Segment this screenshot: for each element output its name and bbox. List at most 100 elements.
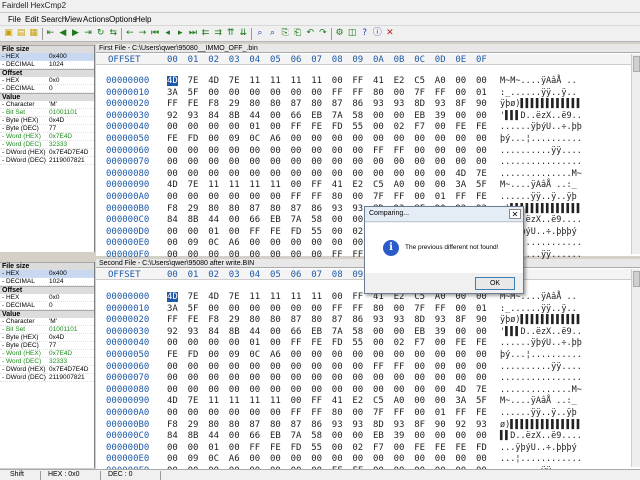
hex-byte[interactable]: 02 (394, 338, 405, 348)
hex-byte[interactable]: 8B (229, 111, 240, 121)
hex-byte[interactable]: 00 (455, 454, 466, 464)
hex-byte[interactable]: 00 (249, 88, 260, 98)
hex-byte[interactable]: 80 (332, 192, 343, 202)
menu-actions[interactable]: Actions (83, 15, 109, 24)
ascii-column[interactable]: M~....ÿAâÅ ..:_ (500, 396, 577, 406)
hex-byte[interactable]: 00 (188, 169, 199, 179)
hex-byte[interactable]: FF (455, 408, 466, 418)
hex-byte[interactable]: 93 (373, 99, 384, 109)
hex-byte[interactable]: 00 (188, 443, 199, 453)
hex-byte[interactable]: A0 (394, 180, 405, 190)
hex-byte[interactable]: 66 (249, 431, 260, 441)
hex-byte[interactable]: 00 (373, 454, 384, 464)
hex-byte[interactable]: 02 (394, 122, 405, 132)
hex-byte[interactable]: 93 (435, 315, 446, 325)
hex-byte[interactable]: 00 (435, 373, 446, 383)
ascii-column[interactable]: ................ (500, 157, 582, 167)
hex-byte[interactable]: 80 (373, 304, 384, 314)
hex-byte[interactable]: 7E (188, 76, 199, 86)
jump-last-icon[interactable]: ⏭ (187, 28, 198, 39)
hex-byte[interactable]: 93 (352, 204, 363, 214)
hex-byte[interactable]: 11 (270, 76, 281, 86)
hex-byte[interactable]: FE (188, 315, 199, 325)
hex-byte[interactable]: 00 (229, 192, 240, 202)
hex-byte[interactable]: EB (414, 111, 425, 121)
hex-byte[interactable]: 00 (311, 169, 322, 179)
hex-byte[interactable]: 11 (229, 180, 240, 190)
hex-byte[interactable]: FE (270, 443, 281, 453)
hex-byte[interactable]: 29 (229, 99, 240, 109)
hex-byte[interactable]: FF (394, 146, 405, 156)
hex-byte[interactable]: 80 (208, 204, 219, 214)
hex-byte[interactable]: 0C (249, 134, 260, 144)
hex-byte[interactable]: 00 (352, 350, 363, 360)
hex-byte[interactable]: FF (373, 146, 384, 156)
hex-byte[interactable]: 29 (229, 315, 240, 325)
hex-byte[interactable]: 11 (249, 180, 260, 190)
hex-byte[interactable]: 00 (394, 88, 405, 98)
hex-byte[interactable]: FD (332, 338, 343, 348)
ascii-column[interactable]: ...ÿþýU..÷.þþþý (500, 443, 577, 453)
hex-byte[interactable]: 80 (270, 420, 281, 430)
hex-byte[interactable]: 00 (352, 362, 363, 372)
ascii-column[interactable]: ø)▌▌▌▌▌▌▌▌▌▌▌▌▌▌ (500, 420, 582, 430)
hex-byte[interactable]: FF (311, 396, 322, 406)
hex-byte[interactable]: FE (476, 408, 487, 418)
hex-byte[interactable]: 00 (291, 238, 302, 248)
hex-byte[interactable]: 01 (208, 443, 219, 453)
hex-byte[interactable]: 00 (249, 146, 260, 156)
hex-byte[interactable]: 00 (167, 238, 178, 248)
ascii-column[interactable]: þý...¦.......... (500, 134, 582, 144)
hex-byte[interactable]: 00 (167, 454, 178, 464)
hex-byte[interactable]: 00 (270, 385, 281, 395)
hex-byte[interactable]: 00 (414, 157, 425, 167)
hex-byte[interactable]: 00 (167, 122, 178, 132)
hex-byte[interactable]: 00 (332, 238, 343, 248)
hex-byte[interactable]: 00 (208, 408, 219, 418)
hex-byte[interactable]: 00 (394, 304, 405, 314)
hex-byte[interactable]: E2 (352, 180, 363, 190)
hex-byte[interactable]: FF (394, 408, 405, 418)
hex-byte[interactable]: 11 (270, 292, 281, 302)
hex-byte[interactable]: 02 (352, 227, 363, 237)
hex-byte[interactable]: 3A (167, 88, 178, 98)
hex-byte[interactable]: 7E (476, 169, 487, 179)
jump-prev-icon[interactable]: ◂ (162, 28, 173, 39)
first-vertical-scrollbar[interactable] (631, 54, 640, 254)
hex-byte[interactable]: 00 (476, 146, 487, 156)
hex-byte[interactable]: 00 (332, 292, 343, 302)
hex-byte[interactable]: 00 (229, 122, 240, 132)
hex-byte[interactable]: 92 (455, 420, 466, 430)
hex-byte[interactable]: F8 (208, 315, 219, 325)
hex-byte[interactable]: 00 (167, 408, 178, 418)
ascii-column[interactable]: M~....ÿAâÅ ..:_ (500, 180, 577, 190)
ascii-column[interactable]: ..........ÿÿ.... (500, 362, 582, 372)
ascii-column[interactable]: M~M~....ÿAâÅ .. (500, 76, 577, 86)
hex-byte[interactable]: 00 (332, 350, 343, 360)
hex-byte[interactable]: 00 (455, 157, 466, 167)
hex-byte[interactable]: 00 (332, 362, 343, 372)
hex-byte[interactable]: 11 (208, 396, 219, 406)
back-icon[interactable]: ← (124, 28, 135, 39)
hex-byte[interactable]: 00 (291, 146, 302, 156)
hex-byte[interactable]: 7E (188, 180, 199, 190)
hex-byte[interactable]: 7E (229, 76, 240, 86)
hex-byte[interactable]: 00 (188, 146, 199, 156)
hex-byte[interactable]: 02 (352, 443, 363, 453)
hex-byte[interactable]: 00 (414, 396, 425, 406)
menu-file[interactable]: File (8, 15, 21, 24)
hex-byte[interactable]: EB (311, 327, 322, 337)
hex-byte[interactable]: 93 (188, 111, 199, 121)
hex-byte[interactable]: 8B (229, 327, 240, 337)
hex-byte[interactable]: 87 (291, 204, 302, 214)
diff-a-icon[interactable]: ⇇ (200, 28, 211, 39)
hex-byte[interactable]: 00 (229, 385, 240, 395)
hex-byte[interactable]: 11 (311, 76, 322, 86)
hex-byte[interactable]: 84 (208, 111, 219, 121)
hex-byte[interactable]: 00 (270, 238, 281, 248)
hex-byte[interactable]: 00 (455, 111, 466, 121)
menu-edit[interactable]: Edit (25, 15, 39, 24)
hex-byte[interactable]: 00 (270, 88, 281, 98)
hex-byte[interactable]: 29 (188, 420, 199, 430)
hex-byte[interactable]: 00 (208, 350, 219, 360)
